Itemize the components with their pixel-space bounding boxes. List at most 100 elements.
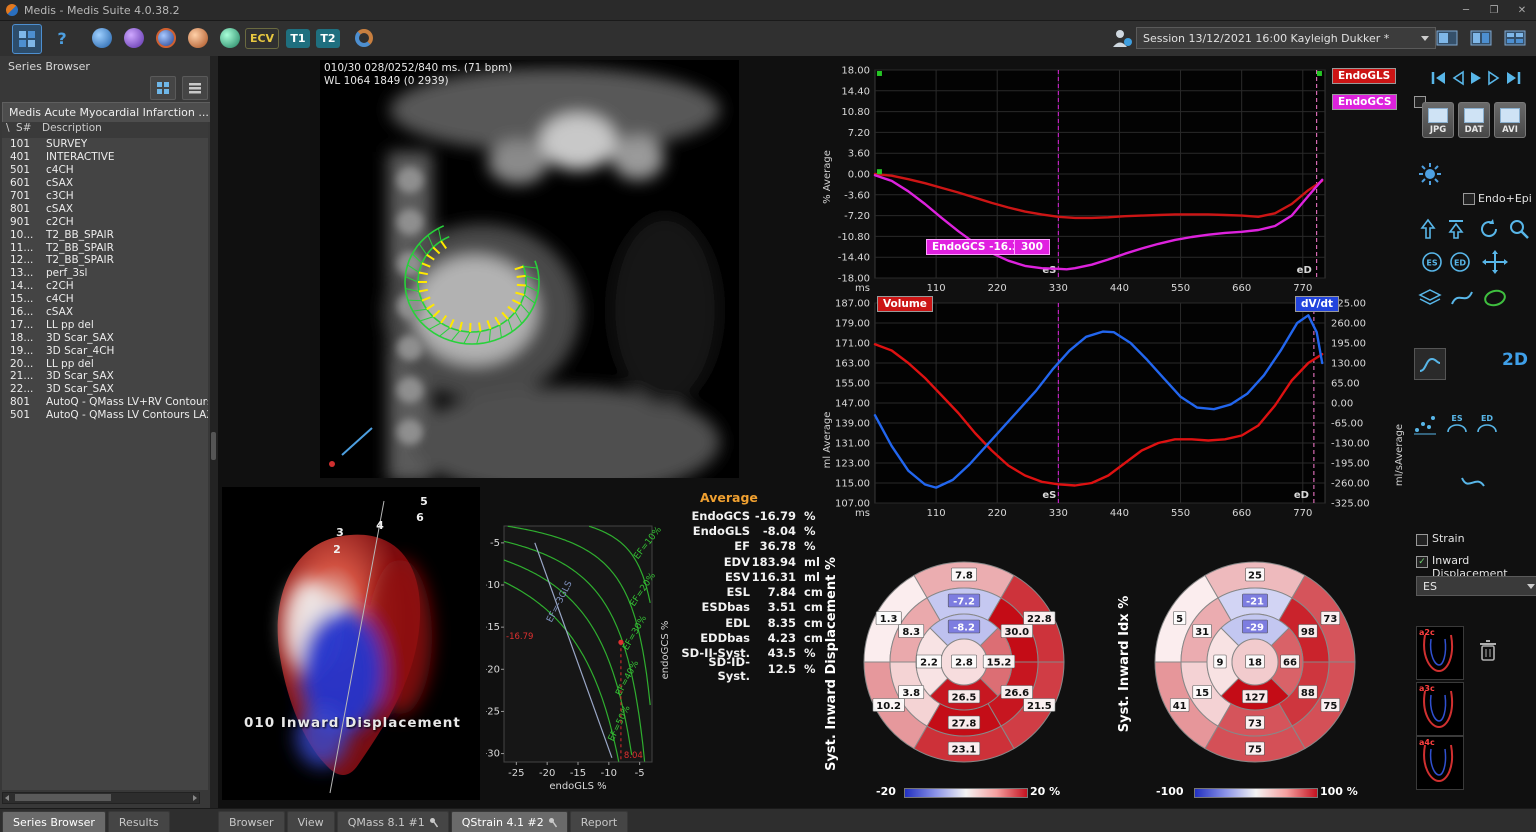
description-column-header[interactable]: Description — [42, 122, 102, 138]
ellipse-roi-button[interactable] — [1482, 288, 1508, 308]
volume-badge[interactable]: Volume — [877, 296, 933, 312]
study-tab[interactable]: Medis Acute Myocardial Infarction ... — [2, 102, 212, 122]
window-level-button[interactable] — [1418, 162, 1442, 186]
app-tab-qmass-8-1-1[interactable]: QMass 8.1 #1 — [337, 811, 449, 832]
legend-endogcs[interactable]: EndoGCS — [1332, 94, 1397, 110]
help-button[interactable]: ? — [48, 24, 76, 52]
app-icon-1[interactable] — [88, 24, 116, 52]
app-tab-view[interactable]: View — [287, 811, 335, 832]
es-markers-button[interactable]: ES — [1444, 412, 1470, 436]
layout-grid-button[interactable] — [1500, 24, 1530, 52]
series-row[interactable]: 17...LL pp del — [2, 318, 208, 331]
splitter-handle[interactable] — [211, 432, 216, 460]
layout-dual-button[interactable] — [1466, 24, 1496, 52]
thumbnail-a2c[interactable]: a2c — [1416, 626, 1464, 680]
phase-select[interactable]: ES — [1416, 576, 1536, 596]
graph-view-button[interactable] — [1414, 348, 1446, 380]
ed-markers-button[interactable]: ED — [1474, 412, 1500, 436]
play-button[interactable] — [1468, 70, 1484, 86]
series-row[interactable]: 501c4CH — [2, 164, 208, 177]
endo-epi-checkbox[interactable] — [1463, 193, 1475, 205]
series-row[interactable]: 11...T2_BB_SPAIR — [2, 241, 208, 254]
series-row[interactable]: 22...3D Scar_SAX — [2, 383, 208, 396]
horizontal-scrollbar[interactable] — [2, 792, 200, 804]
ed-phase-button[interactable]: ED — [1448, 250, 1472, 274]
session-select[interactable]: Session 13/12/2021 16:00 Kayleigh Dukker… — [1136, 27, 1436, 49]
app-tab-browser[interactable]: Browser — [218, 811, 285, 832]
series-row[interactable]: 101SURVEY — [2, 138, 208, 151]
panel-tab-results[interactable]: Results — [108, 811, 170, 832]
redetect-contours-button[interactable] — [1478, 218, 1500, 240]
series-row[interactable]: 12...T2_BB_SPAIR — [2, 254, 208, 267]
series-row[interactable]: 14...c2CH — [2, 280, 208, 293]
volume-chart[interactable]: 187.00179.00171.00163.00155.00147.00139.… — [833, 291, 1413, 536]
app-tab-qstrain-4-1-2[interactable]: QStrain 4.1 #2 — [451, 811, 568, 832]
es-phase-button[interactable]: ES — [1420, 250, 1444, 274]
view-2d-button[interactable]: 2D — [1502, 350, 1528, 370]
maximize-button[interactable]: ❐ — [1480, 0, 1508, 20]
propagate-forward-button[interactable] — [1418, 218, 1438, 240]
series-row[interactable]: 501AutoQ - QMass LV Contours LAX ... — [2, 409, 208, 422]
series-row[interactable]: 13...perf_3sl — [2, 267, 208, 280]
series-row[interactable]: 901c2CH — [2, 215, 208, 228]
series-row[interactable]: 16...cSAX — [2, 306, 208, 319]
first-frame-button[interactable] — [1430, 70, 1448, 86]
propagate-all-button[interactable] — [1446, 218, 1466, 240]
series-row[interactable]: 20...LL pp del — [2, 357, 208, 370]
export-avi-button[interactable]: AVI — [1494, 102, 1526, 138]
move-axis-button[interactable] — [1482, 250, 1508, 274]
series-row[interactable]: 701c3CH — [2, 190, 208, 203]
panel-splitter[interactable] — [210, 56, 218, 808]
app-icon-t2[interactable]: T2 — [314, 24, 342, 52]
series-row[interactable]: 21...3D Scar_SAX — [2, 370, 208, 383]
series-number-column-header[interactable]: S# — [16, 122, 42, 138]
app-icon-5[interactable] — [216, 24, 244, 52]
series-row[interactable]: 401INTERACTIVE — [2, 151, 208, 164]
panel-tab-series-browser[interactable]: Series Browser — [2, 811, 106, 832]
bullseye-inward-displacement[interactable]: 7.822.821.523.110.21.3-7.230.026.627.83.… — [853, 551, 1075, 773]
app-icon-2[interactable] — [120, 24, 148, 52]
app-icon-4[interactable] — [184, 24, 212, 52]
strain-checkbox[interactable] — [1416, 534, 1428, 546]
prev-frame-button[interactable] — [1450, 70, 1466, 86]
scroll-left-icon[interactable] — [5, 795, 9, 801]
model-3d-viewport[interactable]: 23456 010 Inward Displacement — [222, 487, 480, 800]
export-jpg-button[interactable]: JPG — [1422, 102, 1454, 138]
medis-suite-home-button[interactable] — [12, 24, 42, 54]
layers-button[interactable] — [1418, 288, 1442, 308]
next-frame-button[interactable] — [1486, 70, 1502, 86]
close-button[interactable]: ✕ — [1508, 0, 1536, 20]
series-row[interactable]: 15...c4CH — [2, 293, 208, 306]
dvdt-badge[interactable]: dV/dt — [1295, 296, 1339, 312]
thumbnail-view-button[interactable] — [150, 76, 176, 100]
export-dat-button[interactable]: DAT — [1458, 102, 1490, 138]
series-list-header[interactable]: \ S# Description — [2, 122, 208, 139]
strain-curve-button[interactable] — [1460, 472, 1486, 494]
app-icon-t1[interactable]: T1 — [284, 24, 312, 52]
draw-curve-button[interactable] — [1450, 288, 1474, 308]
app-icon-ecv[interactable]: ECV — [248, 24, 276, 52]
minimize-button[interactable]: ─ — [1452, 0, 1480, 20]
thumbnail-a3c[interactable]: a3c — [1416, 682, 1464, 736]
legend-endogls[interactable]: EndoGLS — [1332, 68, 1396, 84]
series-row[interactable]: 801cSAX — [2, 202, 208, 215]
scroll-right-icon[interactable] — [193, 795, 197, 801]
series-row[interactable]: 18...3D Scar_SAX — [2, 331, 208, 344]
last-frame-button[interactable] — [1504, 70, 1522, 86]
zoom-button[interactable] — [1508, 218, 1530, 240]
app-icon-3[interactable] — [152, 24, 180, 52]
list-view-button[interactable] — [182, 76, 208, 100]
series-row[interactable]: 601cSAX — [2, 177, 208, 190]
series-row[interactable]: 10...T2_BB_SPAIR — [2, 228, 208, 241]
mri-viewport[interactable]: 010/30 028/0252/840 ms. (71 bpm) WL 1064… — [320, 60, 739, 478]
scrollbar-thumb[interactable] — [15, 794, 111, 801]
scatter-view-button[interactable] — [1412, 412, 1438, 436]
layout-single-button[interactable] — [1432, 24, 1462, 52]
inward-displacement-checkbox[interactable]: ✓ — [1416, 556, 1428, 568]
app-tab-report[interactable]: Report — [570, 811, 628, 832]
bullseye-inward-idx[interactable]: 25737575415-219888731531-2966127918 — [1144, 551, 1366, 773]
delete-button[interactable] — [1476, 638, 1500, 664]
series-row[interactable]: 801AutoQ - QMass LV+RV Contours — [2, 396, 208, 409]
strain-chart[interactable]: 18.0014.4010.807.203.600.00-3.60-7.20-10… — [833, 58, 1403, 300]
series-row[interactable]: 19...3D Scar_4CH — [2, 344, 208, 357]
